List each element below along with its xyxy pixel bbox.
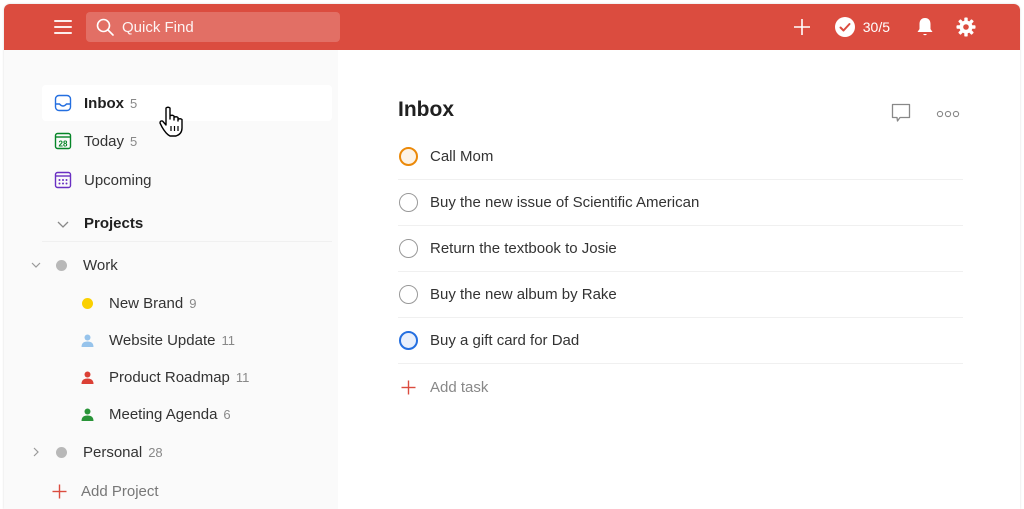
menu-icon[interactable] <box>52 16 74 38</box>
task-checkbox[interactable] <box>399 239 418 258</box>
project-personal[interactable]: Personal 28 <box>30 436 163 468</box>
calendar-upcoming-icon <box>54 171 72 189</box>
settings-button[interactable] <box>956 17 976 37</box>
task-content[interactable]: Buy the new album by Rake <box>430 286 617 303</box>
task-item[interactable]: Buy the new issue of Scientific American <box>398 180 963 226</box>
plus-icon <box>793 19 810 35</box>
top-bar: 30/5 <box>4 4 1020 50</box>
task-list: Call Mom Buy the new issue of Scientific… <box>398 134 963 410</box>
today-count: 5 <box>130 133 138 149</box>
inbox-count: 5 <box>130 95 138 111</box>
plus-icon <box>52 484 67 499</box>
project-label: Personal <box>83 443 143 461</box>
comments-button[interactable] <box>890 102 912 129</box>
project-label: Work <box>83 256 118 274</box>
comment-icon <box>891 103 911 122</box>
task-checkbox[interactable] <box>399 147 418 166</box>
sidebar-item-upcoming[interactable]: Upcoming <box>42 162 332 198</box>
task-item[interactable]: Call Mom <box>398 134 963 180</box>
project-color-dot <box>82 297 93 309</box>
task-item[interactable]: Buy the new album by Rake <box>398 272 963 318</box>
add-task-button[interactable] <box>793 18 811 36</box>
chevron-down-icon[interactable] <box>30 260 42 270</box>
project-new-brand[interactable]: New Brand 9 <box>82 287 196 319</box>
gear-icon <box>956 17 976 37</box>
person-icon <box>81 334 94 347</box>
project-count: 6 <box>223 406 231 422</box>
add-task-button[interactable]: Add task <box>398 364 963 410</box>
project-product-roadmap[interactable]: Product Roadmap 11 <box>81 361 249 393</box>
task-content[interactable]: Buy a gift card for Dad <box>430 332 579 349</box>
project-meeting-agenda[interactable]: Meeting Agenda 6 <box>81 398 231 430</box>
add-project-label: Add Project <box>81 483 159 500</box>
sidebar: Inbox 5 28 Today 5 Upcoming Projects Work … <box>4 50 338 509</box>
page-title: Inbox <box>398 98 454 121</box>
person-icon <box>81 371 94 384</box>
app-window: 30/5 Inbox 5 28 Today 5 Upcoming Projects <box>4 4 1020 509</box>
person-icon <box>81 408 94 421</box>
project-count: 28 <box>148 444 163 460</box>
chevron-down-icon <box>57 221 69 228</box>
svg-text:28: 28 <box>59 139 68 148</box>
add-project-button[interactable]: Add Project <box>52 483 159 500</box>
bell-icon <box>917 18 933 36</box>
more-horizontal-icon <box>936 110 960 118</box>
task-content[interactable]: Return the textbook to Josie <box>430 240 617 257</box>
search-icon <box>96 18 114 36</box>
quick-find-search[interactable] <box>86 12 340 42</box>
task-content[interactable]: Call Mom <box>430 148 493 165</box>
task-checkbox[interactable] <box>399 193 418 212</box>
search-input[interactable] <box>122 18 322 36</box>
notifications-button[interactable] <box>916 17 934 37</box>
project-color-dot <box>56 446 67 458</box>
project-label: Meeting Agenda <box>109 405 218 423</box>
project-website-update[interactable]: Website Update 11 <box>81 324 235 356</box>
sidebar-item-today[interactable]: 28 Today 5 <box>42 123 332 159</box>
karma-count: 30/5 <box>862 19 890 35</box>
projects-heading: Projects <box>84 215 144 232</box>
inbox-icon <box>54 94 72 112</box>
project-count: 9 <box>189 295 197 311</box>
task-item[interactable]: Buy a gift card for Dad <box>398 318 963 364</box>
project-count: 11 <box>235 369 250 385</box>
project-color-dot <box>56 259 67 271</box>
more-actions-button[interactable] <box>936 106 960 124</box>
projects-section-toggle[interactable]: Projects <box>42 206 332 242</box>
sidebar-item-label: Inbox <box>84 94 124 112</box>
sidebar-item-label: Today <box>84 132 125 150</box>
project-work[interactable]: Work <box>30 249 118 281</box>
project-label: Website Update <box>109 331 216 349</box>
check-circle-icon <box>834 17 855 37</box>
sidebar-item-inbox[interactable]: Inbox 5 <box>42 85 332 121</box>
project-label: New Brand <box>109 294 184 312</box>
main-content: Inbox Call Mom Buy the new issue of Scie… <box>338 50 1020 509</box>
chevron-right-icon[interactable] <box>30 446 42 458</box>
project-count: 11 <box>221 332 235 348</box>
task-checkbox[interactable] <box>399 285 418 304</box>
karma-button[interactable]: 30/5 <box>834 17 890 37</box>
project-label: Product Roadmap <box>109 368 230 386</box>
task-item[interactable]: Return the textbook to Josie <box>398 226 963 272</box>
sidebar-item-label: Upcoming <box>84 171 152 189</box>
plus-icon <box>401 380 416 394</box>
task-content[interactable]: Buy the new issue of Scientific American <box>430 194 699 211</box>
task-checkbox[interactable] <box>399 331 418 350</box>
add-task-label: Add task <box>430 378 489 396</box>
calendar-today-icon: 28 <box>54 132 72 150</box>
